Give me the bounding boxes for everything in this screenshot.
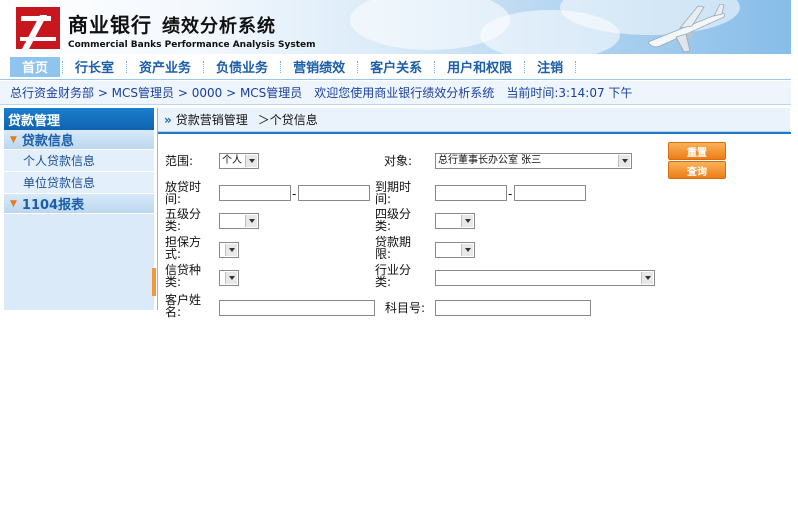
range-separator: - (292, 187, 297, 201)
bank-logo-icon (16, 7, 60, 49)
nav-item-liability-business[interactable]: 负债业务 (206, 57, 278, 77)
airplane-icon (647, 4, 725, 53)
nav-item-logout[interactable]: 注销 (527, 57, 573, 77)
dropdown-arrow-icon (465, 248, 471, 252)
brand-name: 商业银行 (68, 13, 152, 37)
dropdown-arrow-icon (249, 159, 255, 163)
scope-value: 个人 (222, 155, 242, 166)
breadcrumb-page: ＞个贷信息 (257, 113, 318, 127)
credit-type-label-line2: 类: (165, 275, 182, 289)
due-time-end-input[interactable] (514, 185, 586, 201)
content-breadcrumb: » 贷款营销管理 ＞个贷信息 (158, 108, 790, 132)
loan-search-form: 范围: 个人 对象: 总行董事长办公室 张三 重置 查询 放贷时 间: - 到期… (158, 132, 791, 318)
object-value: 总行董事长办公室 张三 (438, 155, 542, 166)
object-label: 对象: (384, 154, 413, 168)
five-class-select[interactable] (219, 213, 259, 229)
term-select[interactable] (435, 242, 475, 258)
sidebar-group-loan-info[interactable]: ▼ 贷款信息 (4, 130, 154, 150)
scope-select[interactable]: 个人 (219, 153, 259, 169)
welcome-text: 欢迎您使用商业银行绩效分析系统 (314, 86, 495, 100)
term-label: 贷款期 限: (375, 236, 411, 260)
sidebar: 贷款管理 ▼ 贷款信息 个人贷款信息 单位贷款信息 ▼ 1104报表 (4, 108, 154, 310)
customer-name-label: 客户姓 名: (165, 294, 201, 318)
main-panel: » 贷款营销管理 ＞个贷信息 范围: 个人 对象: 总行董事长办公室 张三 重置… (157, 108, 791, 318)
brand-title: 商业银行 绩效分析系统 (68, 9, 276, 38)
four-class-label: 四级分 类: (375, 208, 411, 232)
sidebar-item-personal-loan[interactable]: 个人贷款信息 (4, 150, 154, 172)
nav-separator (203, 60, 205, 73)
loan-time-label: 放贷时 间: (165, 181, 201, 205)
app-window: 商业银行 绩效分析系统 Commercial Banks Performance… (0, 0, 798, 520)
user-path: 总行资金财务部 > MCS管理员 > 0000 > MCS管理员 (10, 86, 303, 100)
nav-item-president-office[interactable]: 行长室 (65, 57, 124, 77)
nav-item-asset-business[interactable]: 资产业务 (129, 57, 201, 77)
nav-item-marketing-performance[interactable]: 营销绩效 (283, 57, 355, 77)
term-label-line2: 限: (375, 247, 392, 261)
nav-item-users-permissions[interactable]: 用户和权限 (437, 57, 522, 77)
nav-separator (62, 60, 64, 73)
credit-type-label: 信贷种 类: (165, 264, 201, 288)
nav-separator (126, 60, 128, 73)
guarantee-label-line2: 式: (165, 247, 182, 261)
four-class-select[interactable] (435, 213, 475, 229)
dropdown-arrow-icon (645, 276, 651, 280)
nav-item-customer-relations[interactable]: 客户关系 (360, 57, 432, 77)
due-time-label: 到期时 间: (375, 181, 411, 205)
sidebar-group-label: 1104报表 (21, 198, 85, 213)
breadcrumb-section: 贷款营销管理 (175, 113, 248, 127)
triangle-down-icon: ▼ (10, 134, 17, 145)
four-class-label-line2: 类: (375, 219, 392, 233)
sidebar-group-1104-report[interactable]: ▼ 1104报表 (4, 194, 154, 214)
dropdown-arrow-icon (229, 248, 235, 252)
due-time-label-line2: 间: (375, 192, 392, 206)
loan-time-start-input[interactable] (219, 185, 291, 201)
dropdown-arrow-icon (465, 219, 471, 223)
scope-label: 范围: (165, 154, 194, 168)
guarantee-label: 担保方 式: (165, 236, 201, 260)
nav-separator (357, 60, 359, 73)
nav-separator (575, 60, 577, 73)
sidebar-collapse-handle[interactable] (152, 268, 156, 296)
loan-time-end-input[interactable] (298, 185, 370, 201)
dropdown-arrow-icon (229, 276, 235, 280)
credit-type-select[interactable] (219, 270, 239, 286)
current-time: 当前时间:3:14:07 下午 (506, 86, 633, 100)
user-info-bar: 总行资金财务部 > MCS管理员 > 0000 > MCS管理员 欢迎您使用商业… (0, 81, 791, 105)
subject-number-label: 科目号: (385, 301, 426, 315)
due-time-start-input[interactable] (435, 185, 507, 201)
system-name: 绩效分析系统 (161, 16, 276, 37)
nav-separator (280, 60, 282, 73)
range-separator: - (508, 187, 513, 201)
nav-separator (524, 60, 526, 73)
customer-name-label-line2: 名: (165, 305, 182, 319)
nav-separator (434, 60, 436, 73)
industry-label-line2: 类: (375, 275, 392, 289)
brand-english-name: Commercial Banks Performance Analysis Sy… (68, 40, 316, 50)
industry-select[interactable] (435, 270, 655, 286)
five-class-label-line2: 类: (165, 219, 182, 233)
sidebar-item-corporate-loan[interactable]: 单位贷款信息 (4, 172, 154, 194)
double-chevron-icon: » (164, 112, 172, 127)
loan-time-label-line2: 间: (165, 192, 182, 206)
industry-label: 行业分 类: (375, 264, 411, 288)
subject-number-input[interactable] (435, 300, 591, 316)
main-nav: 首页 行长室 资产业务 负债业务 营销绩效 客户关系 用户和权限 注销 (0, 54, 791, 80)
sidebar-title: 贷款管理 (4, 108, 154, 130)
nav-item-home[interactable]: 首页 (10, 56, 61, 77)
guarantee-select[interactable] (219, 242, 239, 258)
header-banner: 商业银行 绩效分析系统 Commercial Banks Performance… (0, 0, 791, 54)
sidebar-group-label: 贷款信息 (21, 134, 74, 149)
five-class-label: 五级分 类: (165, 208, 201, 232)
dropdown-arrow-icon (249, 219, 255, 223)
triangle-down-icon: ▼ (10, 198, 17, 209)
dropdown-arrow-icon (622, 159, 628, 163)
reset-button[interactable]: 重置 (668, 142, 726, 160)
customer-name-input[interactable] (219, 300, 375, 316)
object-select[interactable]: 总行董事长办公室 张三 (435, 153, 632, 169)
query-button[interactable]: 查询 (668, 161, 726, 179)
